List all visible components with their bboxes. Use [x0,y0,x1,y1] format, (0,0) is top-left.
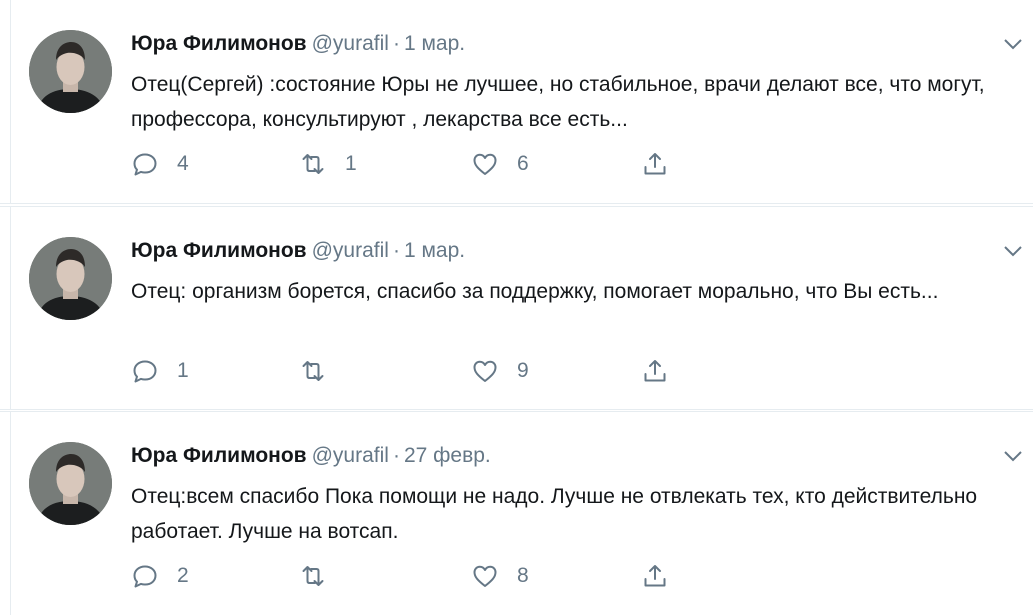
author-handle[interactable]: @yurafil [312,444,389,467]
separator: · [392,32,400,55]
heart-icon [473,153,497,175]
avatar[interactable] [29,442,112,525]
share-button[interactable] [641,353,669,389]
action-bar: 1 9 [131,353,691,389]
chevron-down-icon[interactable] [1003,245,1023,259]
author-name[interactable]: Юра Филимонов [131,444,307,467]
share-icon [644,153,666,175]
reply-button[interactable]: 2 [131,558,189,594]
reply-icon [133,360,157,383]
divider [10,0,11,203]
retweet-count: 1 [345,152,357,175]
like-count: 9 [517,359,529,382]
retweet-button[interactable]: 1 [299,146,357,182]
retweet-button[interactable] [299,558,345,594]
like-count: 8 [517,564,529,587]
share-button[interactable] [641,146,669,182]
like-count: 6 [517,152,529,175]
retweet-icon [302,361,324,381]
reply-count: 2 [177,564,189,587]
reply-icon [133,565,157,588]
avatar[interactable] [29,30,112,113]
like-button[interactable]: 8 [471,558,529,594]
heart-icon [473,565,497,587]
author-name[interactable]: Юра Филимонов [131,239,307,262]
share-icon [644,565,666,587]
heart-icon [473,360,497,382]
reply-count: 4 [177,152,189,175]
tweet-text: Отец: организм борется, спасибо за подде… [131,280,939,303]
retweet-button[interactable] [299,353,345,389]
separator: · [392,239,400,262]
tweet[interactable]: Юра Филимонов @yurafil · 1 мар. Отец: орган… [0,206,1033,410]
author-name[interactable]: Юра Филимонов [131,32,307,55]
chevron-down-icon[interactable] [1003,450,1023,464]
separator: · [392,444,400,467]
reply-count: 1 [177,359,189,382]
like-button[interactable]: 6 [471,146,529,182]
avatar[interactable] [29,237,112,320]
like-button[interactable]: 9 [471,353,529,389]
tweet-date[interactable]: 27 февр. [404,444,491,467]
tweet-date[interactable]: 1 мар. [404,32,465,55]
share-icon [644,360,666,382]
action-bar: 2 8 [131,558,691,594]
tweet[interactable]: Юра Филимонов @yurafil · 1 мар. Отец(Сергей… [0,0,1033,204]
tweet-text: Отец:всем спасибо Пока помощи не надо. Л… [131,485,978,543]
author-handle[interactable]: @yurafil [312,239,389,262]
action-bar: 4 1 6 [131,146,691,182]
tweet-text: Отец(Сергей) :состояние Юры не лучшее, н… [131,73,985,131]
reply-icon [133,153,157,176]
author-handle[interactable]: @yurafil [312,32,389,55]
reply-button[interactable]: 1 [131,353,189,389]
chevron-down-icon[interactable] [1003,38,1023,52]
retweet-icon [302,154,324,174]
divider [10,207,11,409]
share-button[interactable] [641,558,669,594]
reply-button[interactable]: 4 [131,146,189,182]
divider [10,412,11,615]
tweet-date[interactable]: 1 мар. [404,239,465,262]
retweet-icon [302,566,324,586]
tweet[interactable]: Юра Филимонов @yurafil · 27 февр. Отец:всем… [0,411,1033,615]
